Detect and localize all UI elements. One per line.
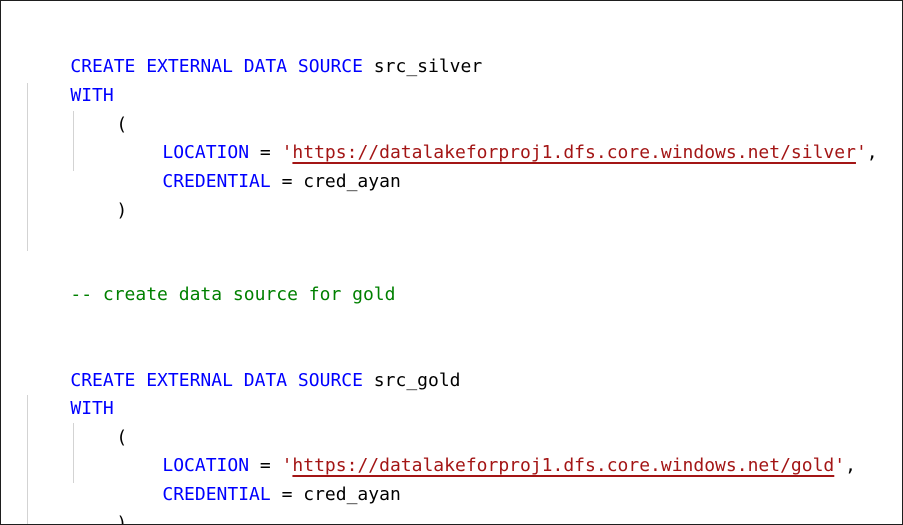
code-line: -- create data source for gold [27,253,395,305]
data-source-name: src_silver [362,56,483,77]
code-line: WITH [27,54,113,106]
code-line: CREDENTIAL = cred_ayan [119,140,400,192]
code-line: CREDENTIAL = cred_ayan [119,453,400,505]
code-line: CREATE EXTERNAL DATA SOURCE src_silver [27,25,482,77]
create-statement-keyword: CREATE EXTERNAL DATA SOURCE [70,370,363,391]
credential-value: = cred_ayan [270,171,401,192]
code-line: LOCATION = 'https://datalakeforproj1.dfs… [119,424,856,476]
code-line: ) [73,482,127,524]
create-statement-keyword: CREATE EXTERNAL DATA SOURCE [70,56,363,77]
code-line: ( [73,83,127,135]
credential-keyword: CREDENTIAL [162,171,271,192]
close-paren: ) [116,200,128,221]
sql-code-editor[interactable]: CREATE EXTERNAL DATA SOURCE src_silver W… [0,0,903,525]
code-line: CREATE EXTERNAL DATA SOURCE src_gold [27,339,460,391]
close-paren: ) [116,513,128,525]
string-quote: ' [834,455,846,476]
code-line: WITH [27,367,113,419]
string-quote: ' [855,142,867,163]
credential-keyword: CREDENTIAL [162,484,271,505]
credential-value: = cred_ayan [270,484,401,505]
data-source-name: src_gold [362,370,461,391]
sql-comment: -- create data source for gold [70,284,396,305]
comma: , [845,455,856,476]
code-line: LOCATION = 'https://datalakeforproj1.dfs… [119,111,877,163]
comma: , [866,142,878,163]
code-line: ) [73,169,127,221]
code-line: ( [73,396,127,448]
